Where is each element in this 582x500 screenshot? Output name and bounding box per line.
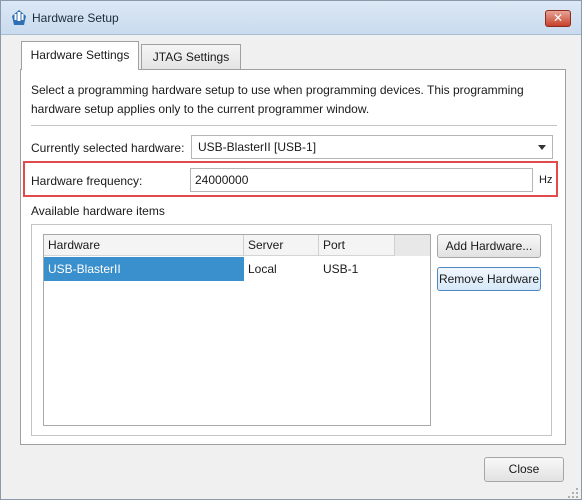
remove-hardware-button[interactable]: Remove Hardware bbox=[437, 267, 541, 291]
add-hardware-button[interactable]: Add Hardware... bbox=[437, 234, 541, 258]
available-hardware-label: Available hardware items bbox=[31, 204, 165, 218]
quartus-app-icon bbox=[12, 10, 26, 25]
column-header-port[interactable]: Port bbox=[319, 235, 395, 256]
close-window-button[interactable]: ✕ bbox=[545, 10, 571, 27]
current-hardware-value: USB-BlasterII [USB-1] bbox=[198, 140, 317, 154]
current-hardware-select[interactable]: USB-BlasterII [USB-1] bbox=[191, 135, 553, 159]
tab-jtag-settings[interactable]: JTAG Settings bbox=[141, 44, 241, 69]
tab-hardware-settings[interactable]: Hardware Settings bbox=[21, 41, 139, 70]
table-header: Hardware Server Port bbox=[44, 235, 430, 256]
frequency-label: Hardware frequency: bbox=[31, 174, 143, 188]
cell-server: Local bbox=[248, 262, 277, 276]
title-bar[interactable]: Hardware Setup ✕ bbox=[1, 1, 581, 35]
close-button[interactable]: Close bbox=[484, 457, 564, 482]
column-header-server[interactable]: Server bbox=[244, 235, 319, 256]
hardware-table[interactable]: Hardware Server Port USB-BlasterII Local… bbox=[43, 234, 431, 426]
setup-description: Select a programming hardware setup to u… bbox=[31, 83, 524, 116]
frequency-input[interactable]: 24000000 bbox=[190, 168, 533, 192]
hardware-setup-window: Hardware Setup ✕ Hardware Settings JTAG … bbox=[0, 0, 582, 500]
column-header-hardware[interactable]: Hardware bbox=[44, 235, 244, 256]
table-row[interactable]: USB-BlasterII Local USB-1 bbox=[44, 257, 430, 281]
column-header-filler bbox=[395, 235, 430, 256]
window-title: Hardware Setup bbox=[32, 11, 119, 25]
resize-grip-icon[interactable] bbox=[567, 487, 579, 499]
divider bbox=[31, 125, 557, 126]
close-icon: ✕ bbox=[552, 11, 564, 25]
frequency-value: 24000000 bbox=[195, 173, 249, 187]
frequency-unit: Hz bbox=[539, 174, 553, 186]
current-hardware-label: Currently selected hardware: bbox=[31, 141, 185, 155]
cell-hardware: USB-BlasterII bbox=[44, 257, 244, 281]
cell-port: USB-1 bbox=[323, 262, 359, 276]
chevron-down-icon bbox=[538, 145, 546, 150]
